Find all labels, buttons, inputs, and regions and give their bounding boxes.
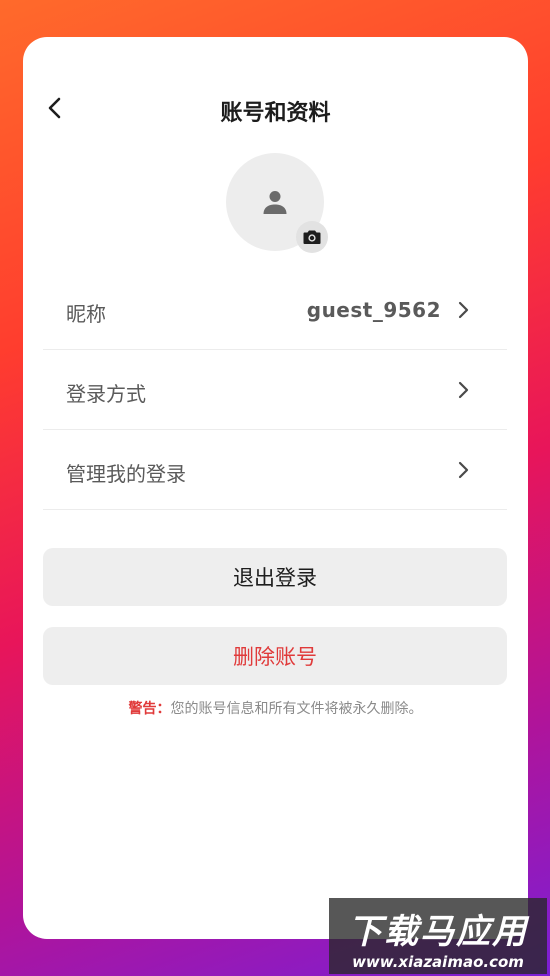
nickname-value: guest_9562 <box>306 298 441 322</box>
row-label: 登录方式 <box>66 382 146 406</box>
change-avatar-button[interactable] <box>296 221 328 253</box>
warning-text: 您的账号信息和所有文件将被永久删除。 <box>170 701 423 717</box>
row-login-method[interactable]: 登录方式 <box>43 350 507 430</box>
chevron-right-icon <box>458 381 469 399</box>
logout-button[interactable]: 退出登录 <box>43 548 507 606</box>
row-label: 管理我的登录 <box>66 462 186 486</box>
settings-list: 昵称 guest_9562 登录方式 管理我的登录 <box>43 270 507 510</box>
avatar[interactable] <box>226 153 328 253</box>
warning-message: 警告：您的账号信息和所有文件将被永久删除。 <box>23 698 528 718</box>
account-profile-card: 账号和资料 昵称 guest_9562 登录方式 管理我的登录 退出登录 删除账… <box>23 37 528 939</box>
chevron-right-icon <box>458 461 469 479</box>
warning-prefix: 警告： <box>128 701 171 717</box>
row-manage-logins[interactable]: 管理我的登录 <box>43 430 507 510</box>
person-icon <box>263 191 287 214</box>
page-title: 账号和资料 <box>220 101 331 126</box>
chevron-right-icon <box>458 301 469 319</box>
camera-icon <box>303 230 321 244</box>
watermark-logo: 下载马应用 www.xiazaimao.com <box>329 898 547 974</box>
row-label: 昵称 <box>66 302 106 326</box>
delete-account-button[interactable]: 删除账号 <box>43 627 507 685</box>
header: 账号和资料 <box>23 85 528 135</box>
watermark-url: www.xiazaimao.com <box>352 953 524 971</box>
row-nickname[interactable]: 昵称 guest_9562 <box>43 270 507 350</box>
watermark-main-text: 下载马应用 <box>348 912 528 952</box>
